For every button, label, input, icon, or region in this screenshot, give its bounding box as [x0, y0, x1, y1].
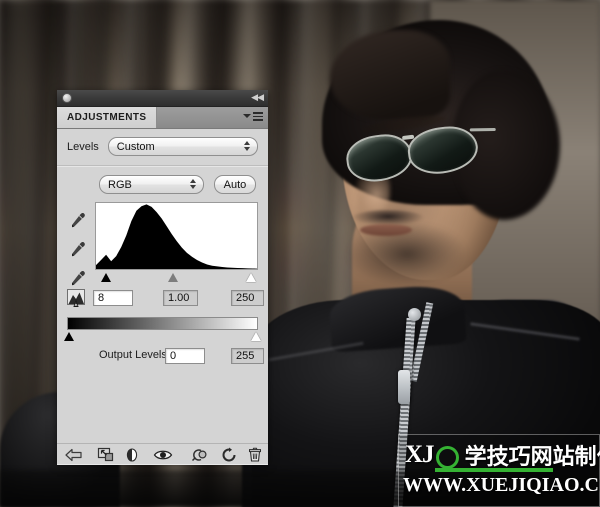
collapse-dot-icon[interactable] — [62, 93, 72, 103]
jacket-zipper-pull — [398, 370, 410, 404]
stepper-arrows-icon — [190, 179, 196, 189]
output-levels-label: Output Levels: — [99, 349, 170, 361]
set-gray-point-eyedropper[interactable] — [70, 241, 86, 257]
input-slider-track[interactable] — [95, 271, 258, 283]
output-min-value: 0 — [170, 350, 177, 362]
input-white-field[interactable]: 250 — [231, 290, 264, 306]
output-slider-track[interactable] — [63, 330, 262, 342]
panel-bottom-toolbar[interactable] — [57, 443, 268, 465]
levels-label: Levels — [67, 140, 99, 153]
stepper-arrows-icon — [244, 141, 250, 151]
output-max-field[interactable]: 255 — [231, 348, 264, 364]
watermark-underline — [435, 468, 553, 472]
histogram-area — [57, 200, 268, 286]
clipping-warning-icon[interactable] — [67, 289, 89, 307]
auto-button-label: Auto — [223, 178, 247, 191]
output-max-value: 255 — [236, 350, 255, 362]
output-min-field[interactable]: 0 — [165, 348, 205, 364]
chevron-down-icon — [243, 114, 251, 119]
panel-titlebar[interactable]: ◀◀ — [57, 90, 268, 107]
toggle-layer-visibility-icon[interactable] — [145, 446, 182, 464]
sunglasses-right-lens — [405, 123, 481, 178]
channel-row: RGB Auto — [57, 167, 268, 200]
set-black-point-eyedropper[interactable] — [70, 212, 86, 228]
auto-button[interactable]: Auto — [214, 175, 256, 194]
input-levels-row: 8 1.00 250 — [57, 286, 268, 307]
tab-adjustments-label: ADJUSTMENTS — [67, 112, 147, 123]
sunglasses-temple — [469, 127, 496, 132]
clip-to-layer-icon[interactable] — [92, 446, 120, 464]
watermark-brand-x: XJ — [405, 441, 435, 468]
collapse-arrows-icon[interactable]: ◀◀ — [251, 93, 264, 102]
input-gamma-field[interactable]: 1.00 — [163, 290, 198, 306]
subject-lips — [360, 224, 412, 236]
input-white-value: 250 — [236, 292, 255, 304]
watermark-url: WWW.XUEJIQIAO.COM — [403, 474, 600, 496]
channel-select-value: RGB — [108, 178, 132, 191]
histogram-column — [95, 202, 258, 286]
set-white-point-eyedropper[interactable] — [70, 270, 86, 286]
output-black-slider[interactable] — [63, 332, 74, 341]
watermark: XJ 学技巧网站制作 WWW.XUEJIQIAO.COM — [398, 434, 600, 507]
eyedropper-column — [67, 202, 89, 286]
screenshot-root: XJ 学技巧网站制作 WWW.XUEJIQIAO.COM ◀◀ ADJUSTME… — [0, 0, 600, 507]
channel-select[interactable]: RGB — [99, 175, 204, 194]
view-previous-state-icon[interactable] — [182, 446, 215, 464]
input-white-point-slider[interactable] — [246, 273, 257, 282]
input-black-field[interactable]: 8 — [93, 290, 133, 306]
output-gradient-bar[interactable] — [67, 317, 258, 330]
jacket-snap-button — [408, 308, 421, 321]
hamburger-icon — [253, 112, 263, 121]
preset-row: Levels Custom — [57, 129, 268, 163]
panel-menu-icon[interactable] — [243, 112, 263, 121]
input-gamma-slider[interactable] — [168, 273, 179, 282]
delete-adjustment-layer-icon[interactable] — [242, 446, 268, 464]
toggle-panel-size-icon[interactable] — [119, 446, 145, 464]
return-to-adjustment-list-icon[interactable] — [57, 446, 92, 464]
reset-adjustment-icon[interactable] — [215, 446, 243, 464]
panel-body: Levels Custom RGB Auto 8 1.00 250 Output… — [57, 129, 268, 465]
preset-select-value: Custom — [116, 140, 155, 153]
histogram-chart[interactable] — [95, 202, 258, 270]
preset-select[interactable]: Custom — [107, 137, 258, 156]
watermark-brand: XJ 学技巧网站制作 — [405, 439, 600, 471]
panel-tabbar[interactable]: ADJUSTMENTS — [57, 107, 268, 129]
output-white-slider[interactable] — [251, 332, 262, 341]
input-black-value: 8 — [98, 292, 105, 304]
output-gradient-block — [57, 307, 268, 342]
output-levels-row: Output Levels: 0 255 — [57, 342, 268, 366]
histogram-plot — [96, 204, 257, 269]
tab-adjustments[interactable]: ADJUSTMENTS — [57, 107, 158, 128]
input-black-point-slider[interactable] — [101, 273, 112, 282]
watermark-o-ring-icon — [435, 445, 459, 469]
watermark-brand-cn: 学技巧网站制作 — [464, 445, 600, 470]
input-gamma-value: 1.00 — [168, 292, 190, 304]
adjustments-panel[interactable]: ◀◀ ADJUSTMENTS Levels Custom RGB Auto 8 … — [57, 90, 268, 465]
